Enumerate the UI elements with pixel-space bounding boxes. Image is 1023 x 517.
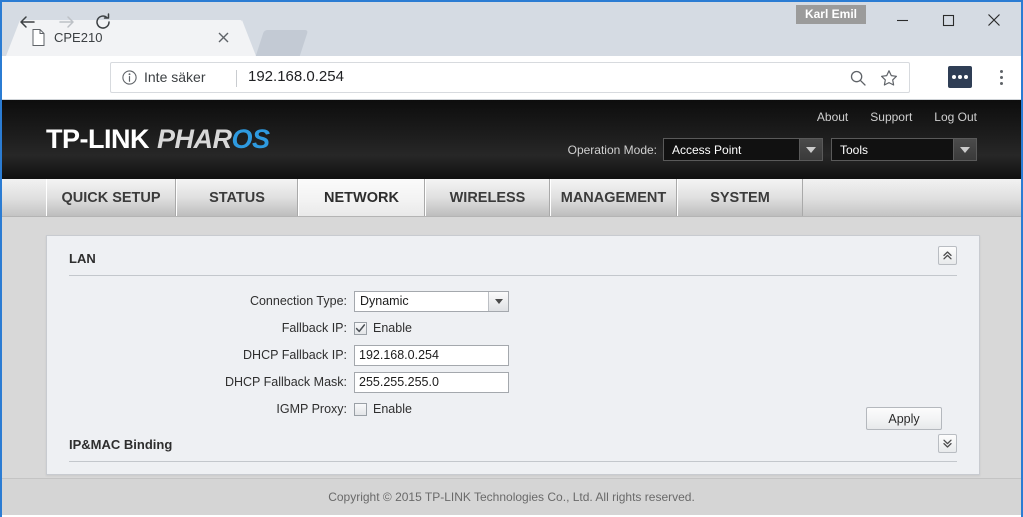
logo-product-prefix: PHAR [156, 124, 232, 154]
window-controls [879, 4, 1017, 36]
back-icon[interactable] [12, 7, 42, 37]
minimize-icon[interactable] [879, 4, 925, 36]
dhcp-fallback-ip-label: DHCP Fallback IP: [243, 348, 347, 362]
chevron-down-icon [799, 139, 822, 160]
search-icon[interactable] [849, 69, 867, 92]
logo-brand: TP-LINK [46, 124, 149, 154]
operation-mode-value: Access Point [672, 142, 742, 157]
window-close-icon[interactable] [971, 4, 1017, 36]
address-bar[interactable]: Inte säker 192.168.0.254 [110, 62, 910, 93]
link-log-out[interactable]: Log Out [934, 110, 977, 124]
info-icon[interactable] [121, 69, 138, 86]
nav-tab-label: MANAGEMENT [560, 189, 667, 206]
nav-tab-label: SYSTEM [710, 189, 770, 206]
fallback-ip-label: Fallback IP: [281, 321, 347, 335]
extension-icon[interactable] [948, 66, 972, 88]
nav-tab-system[interactable]: SYSTEM [677, 179, 803, 216]
nav-tab-label: WIRELESS [449, 189, 526, 206]
double-chevron-down-icon[interactable] [938, 434, 957, 453]
operation-mode-label: Operation Mode: [567, 142, 657, 157]
reload-icon[interactable] [88, 7, 118, 37]
apply-button[interactable]: Apply [866, 407, 942, 430]
igmp-proxy-enable-label: Enable [373, 402, 412, 416]
fallback-ip-checkbox[interactable] [354, 321, 367, 335]
dhcp-fallback-mask-label: DHCP Fallback Mask: [224, 375, 347, 389]
operation-mode-select[interactable]: Access Point [663, 138, 823, 161]
logo-product-suffix: OS [231, 124, 271, 154]
security-label: Inte säker [144, 69, 206, 85]
field-row-connection-type: Connection Type: Dynamic [47, 288, 979, 314]
header-controls: Operation Mode: Access Point Tools [568, 138, 977, 161]
lan-form: Connection Type: Dynamic Fallback IP: En… [47, 288, 979, 422]
pharos-header: TP-LINK PHAROS About Support Log Out Oper… [2, 100, 1021, 179]
url-text: 192.168.0.254 [248, 68, 344, 85]
maximize-icon[interactable] [925, 4, 971, 36]
browser-window: CPE210 Karl Emil Inte säker 192.168.0.25… [0, 0, 1023, 517]
tools-value: Tools [840, 142, 869, 157]
extension-dot [958, 75, 962, 79]
dhcp-fallback-mask-input[interactable] [354, 371, 509, 393]
field-row-igmp-proxy: IGMP Proxy: Enable [47, 396, 979, 422]
lan-section-title: LAN [69, 251, 96, 266]
header-links: About Support Log Out [817, 110, 977, 124]
connection-type-label: Connection Type: [249, 294, 347, 308]
pharos-logo: TP-LINK PHAROS [46, 124, 270, 155]
nav-tab-label: NETWORK [324, 189, 399, 206]
omnibox-divider [236, 70, 237, 87]
tools-select[interactable]: Tools [831, 138, 977, 161]
profile-badge[interactable]: Karl Emil [795, 5, 866, 24]
page-body: LAN Connection Type: Dynamic Fallback IP… [2, 217, 1021, 515]
double-chevron-up-icon[interactable] [938, 246, 957, 265]
chevron-down-icon [953, 139, 976, 160]
nav-tab-status[interactable]: STATUS [176, 179, 298, 216]
close-icon[interactable] [215, 29, 232, 46]
title-bar: CPE210 Karl Emil [2, 2, 1021, 56]
nav-tab-network[interactable]: NETWORK [298, 179, 425, 216]
page-footer: Copyright © 2015 TP-LINK Technologies Co… [2, 478, 1021, 515]
forward-icon [52, 7, 82, 37]
igmp-proxy-label: IGMP Proxy: [276, 402, 347, 416]
copyright-text: Copyright © 2015 TP-LINK Technologies Co… [328, 490, 695, 504]
new-tab-button[interactable] [255, 30, 309, 56]
extension-dot [952, 75, 956, 79]
chevron-down-icon [488, 291, 508, 311]
menu-dot [999, 81, 1003, 85]
connection-type-select[interactable]: Dynamic [354, 290, 509, 312]
page-viewport: TP-LINK PHAROS About Support Log Out Oper… [2, 100, 1021, 515]
star-icon[interactable] [880, 69, 898, 92]
apply-row: Apply [866, 407, 942, 430]
settings-panel: LAN Connection Type: Dynamic Fallback IP… [46, 235, 980, 475]
igmp-proxy-checkbox[interactable] [354, 402, 367, 416]
fallback-ip-enable-label: Enable [373, 321, 412, 335]
dhcp-fallback-ip-input[interactable] [354, 344, 509, 366]
link-support[interactable]: Support [870, 110, 912, 124]
extension-dot [964, 75, 968, 79]
nav-tab-label: QUICK SETUP [61, 189, 161, 206]
menu-dot [999, 69, 1003, 73]
nav-tab-quick-setup[interactable]: QUICK SETUP [46, 179, 176, 216]
three-dot-menu-icon[interactable] [988, 63, 1014, 91]
main-nav: QUICK SETUP STATUS NETWORK WIRELESS MANA… [2, 179, 1021, 217]
connection-type-value: Dynamic [360, 294, 409, 308]
menu-dot [999, 75, 1003, 79]
nav-tab-management[interactable]: MANAGEMENT [550, 179, 677, 216]
ipmac-section-header: IP&MAC Binding [69, 434, 957, 462]
field-row-fallback-ip: Fallback IP: Enable [47, 315, 979, 341]
field-row-dhcp-fallback-ip: DHCP Fallback IP: [47, 342, 979, 368]
ipmac-section-title: IP&MAC Binding [69, 437, 173, 452]
nav-tab-wireless[interactable]: WIRELESS [425, 179, 550, 216]
check-icon [355, 323, 366, 332]
field-row-dhcp-fallback-mask: DHCP Fallback Mask: [47, 369, 979, 395]
link-about[interactable]: About [817, 110, 848, 124]
lan-section-header: LAN [69, 236, 957, 276]
nav-tab-label: STATUS [209, 189, 265, 206]
